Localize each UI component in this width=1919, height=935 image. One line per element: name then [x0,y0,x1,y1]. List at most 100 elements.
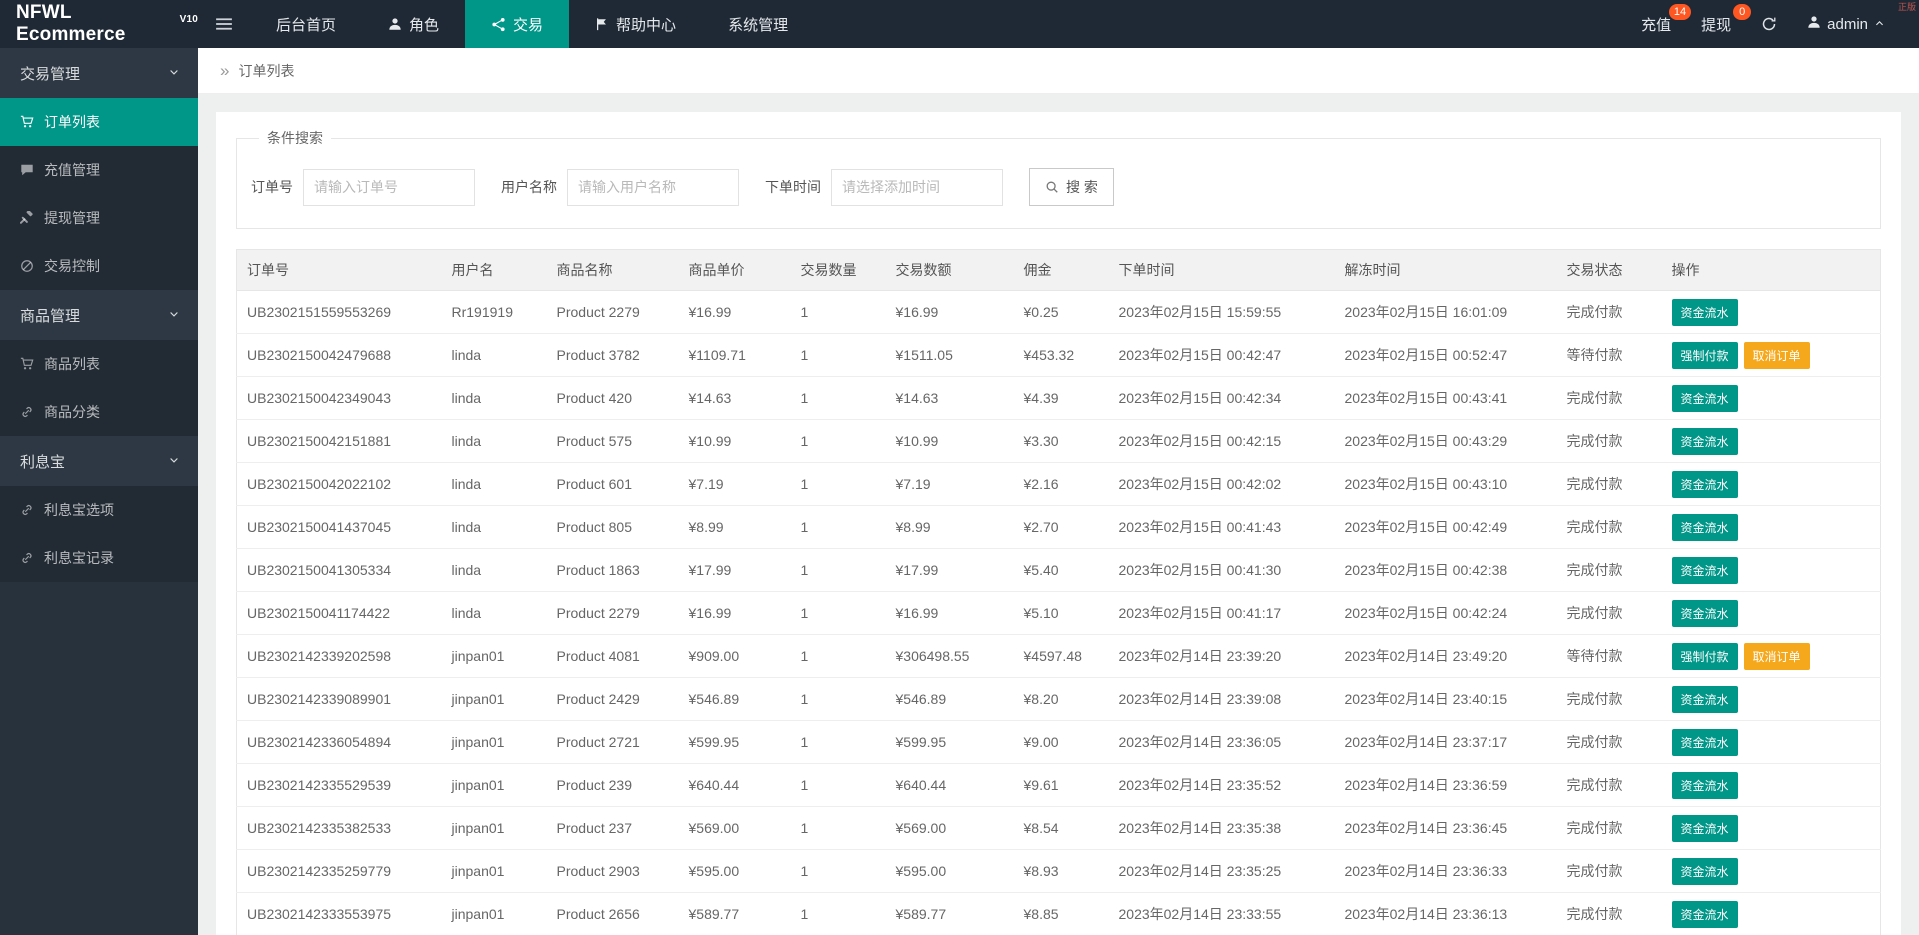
col-status: 交易状态 [1556,249,1662,291]
recharge-badge: 14 [1668,3,1692,20]
refresh-icon[interactable] [1761,16,1777,32]
chevron-down-icon [168,307,180,324]
cell-actions: 资金流水 [1661,591,1881,635]
cell-actions: 资金流水 [1661,462,1881,506]
sidebar-item-product-list[interactable]: 商品列表 [0,340,198,388]
sidebar-item-order-list[interactable]: 订单列表 [0,98,198,146]
fund-flow-button[interactable]: 资金流水 [1671,470,1738,498]
cell-order_time: 2023年02月15日 00:41:30 [1108,548,1335,592]
cell-username: linda [441,462,547,506]
sidebar-item-lixibao-records[interactable]: 利息宝记录 [0,534,198,582]
cell-actions: 资金流水 [1661,548,1881,592]
nav-item-system[interactable]: 系统管理 [702,0,814,48]
fund-flow-button[interactable]: 资金流水 [1671,513,1738,541]
cancel-order-button[interactable]: 取消订单 [1743,341,1810,369]
fund-flow-button[interactable]: 资金流水 [1671,900,1738,928]
cell-commission: ¥0.25 [1013,290,1109,334]
col-qty: 交易数量 [790,249,886,291]
nav-roles-label: 角色 [409,16,440,34]
nav-item-help[interactable]: 帮助中心 [569,0,702,48]
sidebar-group-lixibao[interactable]: 利息宝 [0,436,198,486]
order-no-input[interactable] [303,168,475,206]
nav-item-roles[interactable]: 角色 [362,0,465,48]
cell-username: linda [441,548,547,592]
cell-amount: ¥17.99 [885,548,1014,592]
fund-flow-button[interactable]: 资金流水 [1671,685,1738,713]
cell-unfreeze_time: 2023年02月15日 00:42:24 [1334,591,1557,635]
cell-username: linda [441,505,547,549]
table-row: UB2302142339202598 jinpan01 Product 4081 ¥9… [236,634,1881,678]
sidebar: 交易管理 订单列表 充值管理 提现管理 交易控制 商品管理 商品列表 商品分类 … [0,48,198,935]
nav-help-label: 帮助中心 [616,16,677,34]
nav-item-trade[interactable]: 交易 [465,0,570,48]
cell-actions: 强制付款 取消订单 [1661,634,1881,678]
search-button[interactable]: 搜 索 [1029,168,1114,206]
fund-flow-button[interactable]: 资金流水 [1671,771,1738,799]
cell-order_no: UB2302142335382533 [236,806,442,850]
sidebar-item-withdraw-mgmt[interactable]: 提现管理 [0,194,198,242]
sidebar-group-trade[interactable]: 交易管理 [0,48,198,98]
cell-qty: 1 [790,806,886,850]
cancel-order-button[interactable]: 取消订单 [1743,642,1810,670]
cell-product: Product 805 [546,505,679,549]
cell-actions: 资金流水 [1661,419,1881,463]
sidebar-item-order-list-label: 订单列表 [44,114,100,130]
fund-flow-button[interactable]: 资金流水 [1671,556,1738,584]
recharge-link[interactable]: 充值 14 [1641,3,1692,35]
cell-qty: 1 [790,462,886,506]
cell-order_time: 2023年02月15日 00:42:15 [1108,419,1335,463]
cell-unfreeze_time: 2023年02月15日 00:43:10 [1334,462,1557,506]
sidebar-item-lixibao-options[interactable]: 利息宝选项 [0,486,198,534]
cell-product: Product 601 [546,462,679,506]
table-row: UB2302142335382533 jinpan01 Product 237 ¥56… [236,806,1881,850]
cell-order_no: UB2302150041437045 [236,505,442,549]
cell-amount: ¥14.63 [885,376,1014,420]
main-area: » 订单列表 条件搜索 订单号 用户名称 下单时间 [198,48,1919,935]
cell-status: 等待付款 [1556,333,1662,377]
cell-order_no: UB2302150041305334 [236,548,442,592]
user-menu[interactable]: admin [1807,15,1885,33]
cell-commission: ¥8.93 [1013,849,1109,893]
order-time-input[interactable] [831,168,1003,206]
col-order-time: 下单时间 [1108,249,1335,291]
cell-price: ¥7.19 [678,462,791,506]
cell-amount: ¥16.99 [885,290,1014,334]
fund-flow-button[interactable]: 资金流水 [1671,857,1738,885]
cell-qty: 1 [790,634,886,678]
nav-item-home[interactable]: 后台首页 [250,0,362,48]
breadcrumb-chevrons-icon: » [220,60,230,80]
fund-flow-button[interactable]: 资金流水 [1671,814,1738,842]
fund-flow-button[interactable]: 资金流水 [1671,298,1738,326]
cell-order_time: 2023年02月14日 23:35:52 [1108,763,1335,807]
cell-status: 完成付款 [1556,505,1662,549]
sidebar-group-trade-label: 交易管理 [20,65,81,83]
cell-amount: ¥8.99 [885,505,1014,549]
fund-flow-button[interactable]: 资金流水 [1671,728,1738,756]
fund-flow-button[interactable]: 资金流水 [1671,427,1738,455]
fund-flow-button[interactable]: 资金流水 [1671,599,1738,627]
menu-toggle-icon[interactable] [198,0,250,48]
force-pay-button[interactable]: 强制付款 [1671,642,1738,670]
force-pay-button[interactable]: 强制付款 [1671,341,1738,369]
order-no-field: 订单号 [251,168,475,206]
topbar: NFWL Ecommerce V10 后台首页 角色 交易 帮助中心 系统管理 … [0,0,1919,48]
cell-price: ¥1109.71 [678,333,791,377]
sidebar-item-recharge-mgmt[interactable]: 充值管理 [0,146,198,194]
cell-order_time: 2023年02月15日 00:42:34 [1108,376,1335,420]
cell-order_no: UB2302151559553269 [236,290,442,334]
cell-status: 完成付款 [1556,677,1662,721]
fund-flow-button[interactable]: 资金流水 [1671,384,1738,412]
table-row: UB2302142333553975 jinpan01 Product 2656 ¥5… [236,892,1881,935]
username-input[interactable] [567,168,739,206]
cell-username: jinpan01 [441,892,547,935]
sidebar-item-product-category[interactable]: 商品分类 [0,388,198,436]
app-logo-version: V10 [179,13,198,25]
cell-qty: 1 [790,505,886,549]
sidebar-item-trade-control[interactable]: 交易控制 [0,242,198,290]
table-row: UB2302142339089901 jinpan01 Product 2429 ¥5… [236,677,1881,721]
withdraw-link[interactable]: 提现 0 [1701,3,1752,35]
cell-order_no: UB2302142333553975 [236,892,442,935]
link-icon [20,551,34,565]
cell-commission: ¥5.10 [1013,591,1109,635]
sidebar-group-product[interactable]: 商品管理 [0,290,198,340]
